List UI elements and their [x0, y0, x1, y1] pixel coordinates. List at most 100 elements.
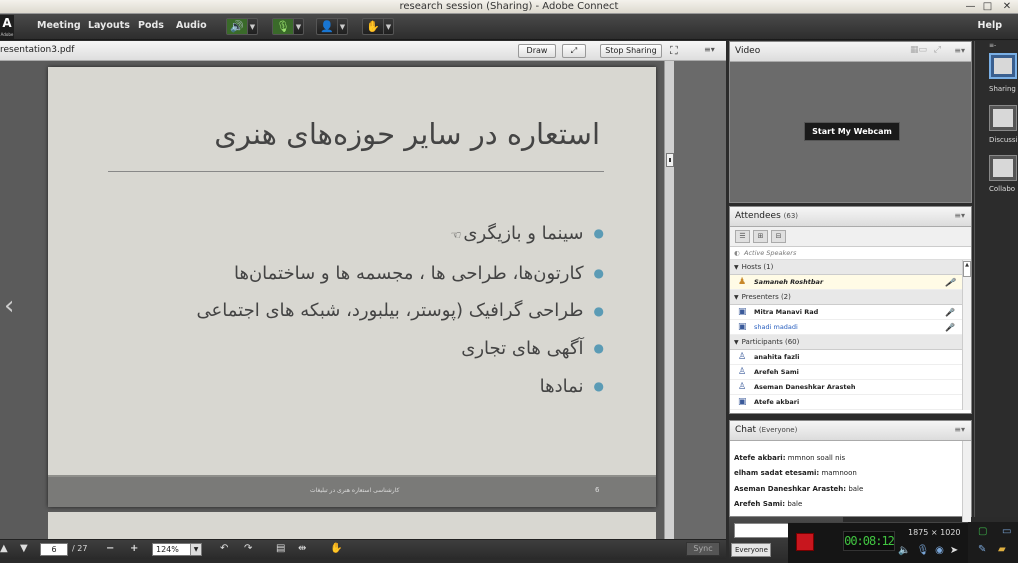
attendee-row[interactable]: ▣ Mitra Manavi Rad 🎤 — [730, 305, 971, 320]
layout-collaboration-thumb[interactable] — [989, 155, 1017, 181]
speaker-dropdown[interactable]: ▼ — [247, 19, 257, 34]
attendee-row[interactable]: ♙ anahita fazli — [730, 350, 971, 365]
presentation-slide: استعاره در سایر حوزه‌های هنری ●سینما و ب… — [48, 67, 656, 507]
pen-icon[interactable]: ✎ — [978, 544, 986, 555]
attendee-row[interactable]: ♟ Samaneh Roshtbar 🎤 — [730, 275, 971, 290]
rotate-right-icon[interactable]: ↷ — [244, 543, 252, 554]
scrollbar-thumb[interactable] — [666, 153, 674, 167]
share-pod: resentation3.pdf Draw ⤢ Stop Sharing ⛶ ≡… — [0, 41, 726, 539]
attendee-row[interactable]: ♙ Arefeh Sami — [730, 365, 971, 380]
zoom-select[interactable]: 124% ▼ — [152, 543, 202, 556]
speaker-button[interactable]: 🔊 ▼ — [226, 18, 258, 35]
video-pod-menu-icon[interactable]: ≡▾ — [954, 46, 965, 55]
layout-icon[interactable]: ▭ — [1002, 526, 1011, 537]
pod-menu-icon[interactable]: ≡▾ — [704, 45, 715, 54]
share-vertical-scrollbar[interactable] — [664, 61, 674, 539]
video-pod: Video ▦▭ ⤢ ≡▾ Start My Webcam — [729, 41, 972, 203]
attendee-scrollbar[interactable]: ▲ — [962, 260, 971, 410]
hand-cursor-icon: ☜ — [450, 228, 462, 242]
chat-input[interactable] — [734, 523, 789, 538]
attendee-row[interactable]: ▣ Atefe akbari — [730, 395, 971, 410]
volume-icon[interactable]: 🔈 — [898, 545, 910, 556]
zoom-in-icon[interactable]: + — [130, 543, 138, 554]
participant-user-icon: ♙ — [738, 382, 747, 392]
menu-meeting[interactable]: Meeting — [37, 20, 81, 31]
close-button[interactable]: ✕ — [996, 0, 1018, 13]
attendee-row[interactable]: ♙ Aseman Daneshkar Arasteh — [730, 380, 971, 395]
speaker-icon: 🔊 — [227, 19, 247, 34]
pointer-button[interactable]: ⤢ — [562, 44, 586, 58]
slide-bullet: ●سینما و بازیگری☜ — [450, 223, 604, 244]
group-hosts[interactable]: ▼ Hosts (1) — [730, 260, 971, 275]
list-view-icon[interactable]: ☰ — [735, 230, 750, 243]
chat-message: Arefeh Sami: bale — [734, 499, 803, 508]
tray-menu-icon[interactable]: ≡- — [975, 41, 1018, 51]
grid-view-icon[interactable]: ▦▭ — [910, 45, 927, 55]
group-participants[interactable]: ▼ Participants (60) — [730, 335, 971, 350]
minimize-button[interactable]: — — [962, 0, 979, 13]
host-user-icon: ♟ — [738, 277, 747, 287]
microphone-button[interactable]: 🎙 ▼ — [272, 18, 304, 35]
draw-button[interactable]: Draw — [518, 44, 556, 58]
scroll-up-icon[interactable]: ▲ — [963, 261, 971, 277]
participant-user-icon: ♙ — [738, 367, 747, 377]
status-dropdown[interactable]: ▼ — [383, 19, 393, 34]
chat-recipient-select[interactable]: Everyone — [731, 543, 771, 557]
chat-message: Aseman Daneshkar Arasteh: bale — [734, 484, 864, 493]
mic-icon: 🎤 — [945, 278, 955, 287]
slide-title: استعاره در سایر حوزه‌های هنری — [214, 117, 600, 151]
webcam-icon[interactable]: ◉ — [935, 545, 944, 556]
maximize-button[interactable]: □ — [979, 0, 996, 13]
menu-pods[interactable]: Pods — [138, 20, 164, 31]
mic-icon[interactable]: 🎙 — [916, 545, 929, 556]
previous-slide-arrow-icon[interactable]: ‹ — [4, 291, 14, 321]
zoom-out-icon[interactable]: − — [106, 543, 114, 554]
camera-dropdown[interactable]: ▼ — [337, 19, 347, 34]
camera-button[interactable]: 👤 ▼ — [316, 18, 348, 35]
expand-icon[interactable]: ⤢ — [934, 45, 941, 55]
folder-icon[interactable]: ▰ — [998, 544, 1006, 555]
window-title: research session (Sharing) - Adobe Conne… — [399, 1, 619, 12]
document-controls-bar: ▲ ▼ 6 / 27 − + 124% ▼ ↶ ↷ ▤ ⇹ ✋ Sync — [0, 539, 726, 559]
fullscreen-icon[interactable]: ⛶ — [670, 44, 678, 58]
status-button[interactable]: ✋ ▼ — [362, 18, 394, 35]
attendee-row[interactable]: ▣ shadi madadi 🎤 — [730, 320, 971, 335]
slide-bullet: ●آگهی های تجاری — [461, 338, 604, 359]
sync-button[interactable]: Sync — [686, 542, 720, 556]
microphone-icon: 🎙 — [273, 19, 293, 34]
chat-scrollbar[interactable] — [962, 441, 971, 527]
adobe-logo-text: Adobe — [0, 32, 14, 37]
attendees-pod-menu-icon[interactable]: ≡▾ — [954, 211, 965, 220]
window-titlebar: research session (Sharing) - Adobe Conne… — [0, 0, 1018, 14]
menu-layouts[interactable]: Layouts — [88, 20, 130, 31]
pointer-icon: ⤢ — [570, 46, 578, 55]
chat-pod: Chat (Everyone) ≡▾ Atefe akbari: mmnon s… — [729, 420, 972, 527]
grid-view-icon[interactable]: ⊞ — [753, 230, 768, 243]
breakout-view-icon[interactable]: ⊟ — [771, 230, 786, 243]
layout-discussion-thumb[interactable] — [989, 105, 1017, 131]
fit-width-icon[interactable]: ⇹ — [298, 543, 306, 554]
layout-sharing-thumb[interactable] — [989, 53, 1017, 79]
microphone-dropdown[interactable]: ▼ — [293, 19, 303, 34]
page-total: / 27 — [72, 544, 88, 553]
hand-tool-icon[interactable]: ✋ — [330, 543, 342, 554]
page-number-input[interactable]: 6 — [40, 543, 68, 556]
next-slide-preview — [48, 512, 656, 539]
cursor-icon[interactable]: ➤ — [950, 545, 958, 556]
help-menu[interactable]: Help — [978, 20, 1002, 31]
green-square-icon[interactable]: ▢ — [978, 526, 987, 537]
record-button[interactable] — [796, 533, 814, 551]
participant-user-icon: ♙ — [738, 352, 747, 362]
slide-footer-text: کارشناسی استعاره هنری در تبلیغات — [310, 487, 400, 494]
start-webcam-button[interactable]: Start My Webcam — [804, 122, 900, 141]
stop-sharing-button[interactable]: Stop Sharing — [600, 44, 662, 58]
chat-pod-menu-icon[interactable]: ≡▾ — [954, 425, 965, 434]
layout-collaboration-label: Collabo — [989, 185, 1016, 193]
prev-page-arrow-icon[interactable]: ▲ — [0, 543, 8, 554]
menu-audio[interactable]: Audio — [176, 20, 207, 31]
rotate-left-icon[interactable]: ↶ — [220, 543, 228, 554]
active-speakers-label: Active Speakers — [730, 247, 971, 260]
single-page-icon[interactable]: ▤ — [276, 543, 285, 554]
next-page-arrow-icon[interactable]: ▼ — [20, 543, 28, 554]
group-presenters[interactable]: ▼ Presenters (2) — [730, 290, 971, 305]
